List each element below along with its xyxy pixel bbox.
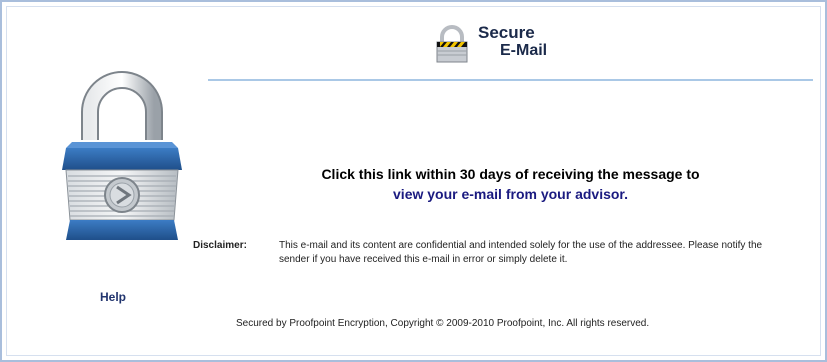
message-instruction: Click this link within 30 days of receiv…: [321, 166, 700, 182]
small-padlock-icon: [436, 25, 468, 63]
header-divider: [208, 79, 813, 81]
message-period: .: [624, 186, 628, 202]
help-link[interactable]: Help: [100, 290, 126, 304]
logo-line-secure: Secure: [478, 23, 535, 42]
disclaimer-section: Disclaimer: This e-mail and its content …: [193, 239, 793, 267]
logo-line-email: E-Mail: [500, 42, 548, 59]
main-message: Click this link within 30 days of receiv…: [208, 165, 813, 205]
logo-text: Secure E-Mail: [478, 24, 547, 60]
disclaimer-label: Disclaimer:: [193, 240, 247, 251]
view-email-link[interactable]: view your e-mail from your advisor: [393, 186, 624, 202]
disclaimer-text: This e-mail and its content are confiden…: [279, 240, 763, 265]
footer-copyright: Secured by Proofpoint Encryption, Copyri…: [236, 318, 650, 329]
message-link-line: view your e-mail from your advisor.: [208, 183, 813, 205]
padlock-icon: [62, 71, 182, 240]
secure-email-logo: Secure E-Mail: [432, 24, 592, 68]
